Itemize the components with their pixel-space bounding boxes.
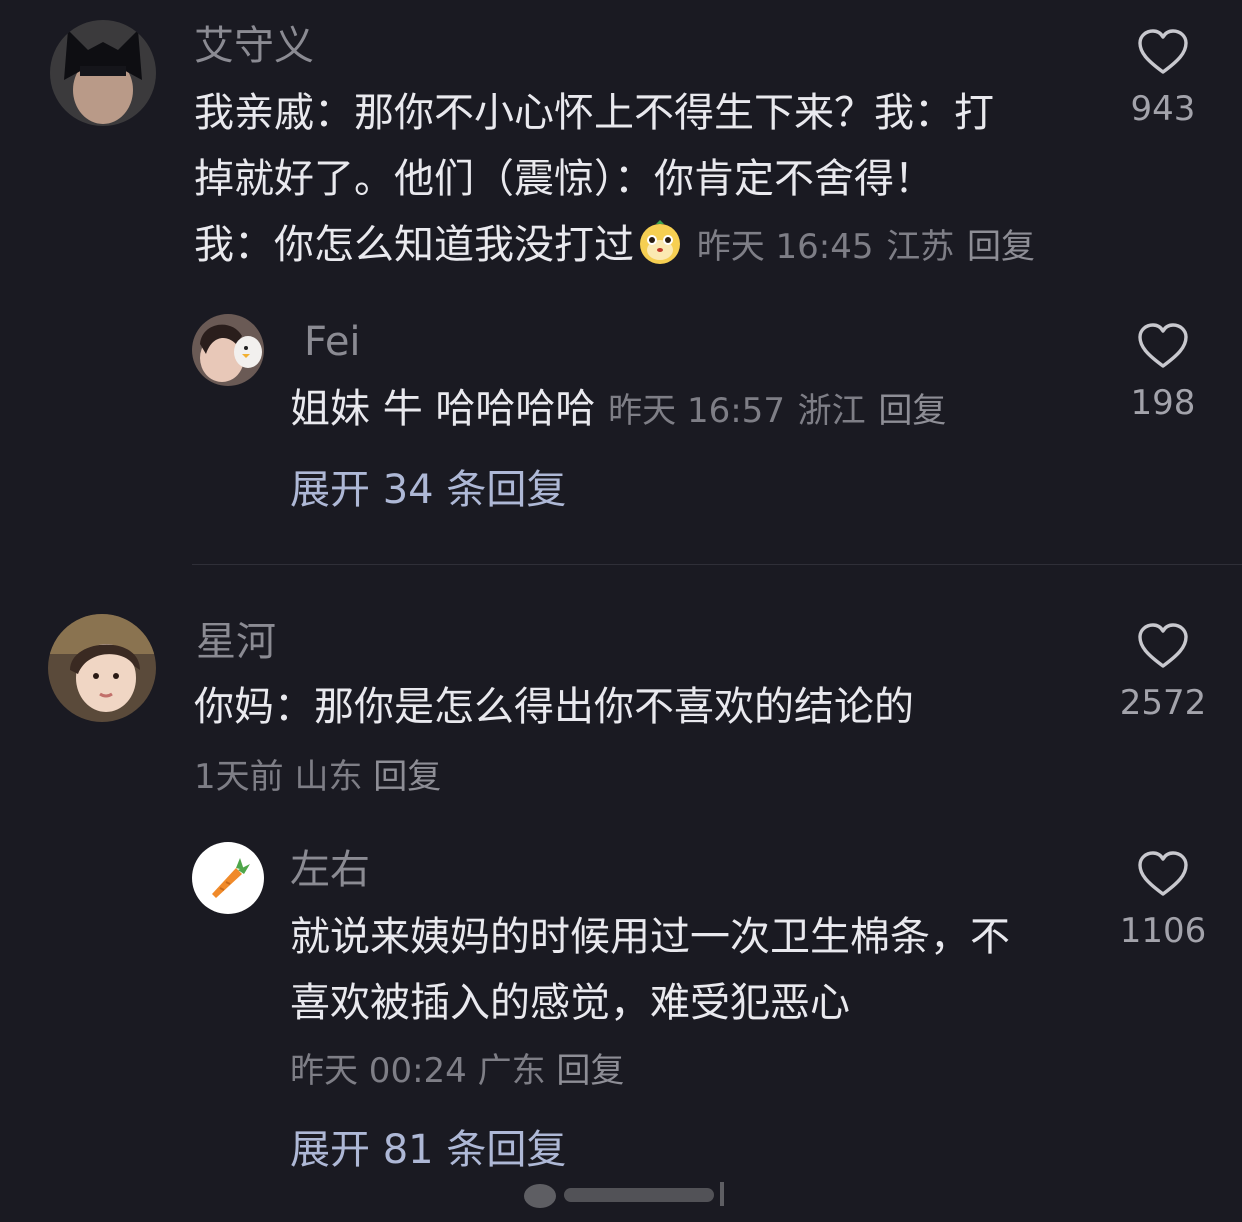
reply-text-content: 姐妹 牛 哈哈哈哈 [290,386,596,432]
reply-username[interactable]: Fei [304,322,361,362]
comment-time: 1天前 [194,757,284,797]
comment-meta: 1天前 山东 回复 [194,760,441,794]
like-button[interactable]: 943 [1103,28,1223,126]
avatar[interactable] [192,842,264,914]
comment-time: 昨天 16:45 [696,227,874,267]
reply-username[interactable]: 左右 [290,850,370,890]
comment-text: 你妈：那你是怎么得出你不喜欢的结论的 [194,684,914,730]
reply-text-line: 喜欢被插入的感觉，难受犯恶心 [290,980,850,1026]
comment-text-line: 我亲戚：那你不小心怀上不得生下来？我：打 [194,90,994,136]
comment-divider [192,564,1242,565]
reply-text: 姐妹 牛 哈哈哈哈 昨天 16:57 浙江 回复 [290,376,946,444]
reply-text: 就说来姨妈的时候用过一次卫生棉条，不 喜欢被插入的感觉，难受犯恶心 [290,904,1010,1036]
like-count: 198 [1130,383,1196,423]
avatar[interactable] [192,314,264,386]
comment-location: 山东 [294,757,363,797]
reply-time: 昨天 16:57 [608,391,785,431]
reply-meta: 昨天 00:24 广东 回复 [290,1054,624,1088]
heart-outline-icon [1138,851,1188,896]
reply-location: 广东 [477,1051,546,1091]
like-button[interactable]: 2572 [1103,622,1223,720]
avatar[interactable] [48,614,156,722]
reply-text-line: 就说来姨妈的时候用过一次卫生棉条，不 [290,914,1010,960]
like-count: 1106 [1119,911,1207,951]
reply-button[interactable]: 回复 [373,757,441,797]
heart-outline-icon [1138,323,1188,368]
heart-outline-icon [1138,29,1188,74]
dog-face-emoji-icon [636,218,684,286]
comment-text-line: 我：你怎么知道我没打过 昨天 16:45 江苏 回复 [194,212,1035,286]
avatar[interactable] [50,20,156,126]
reply-time: 昨天 00:24 [290,1051,467,1091]
heart-outline-icon [1138,623,1188,668]
reply-button[interactable]: 回复 [556,1051,624,1091]
reply-button[interactable]: 回复 [878,391,946,431]
comment-location: 江苏 [886,227,955,267]
comment-text-fragment: 我：你怎么知道我没打过 [194,222,634,268]
like-count: 943 [1130,89,1196,129]
reply-location: 浙江 [797,391,866,431]
like-button[interactable]: 1106 [1103,850,1223,948]
comment-username[interactable]: 艾守义 [194,26,314,66]
watermark-logo [524,1182,724,1208]
like-count: 2572 [1119,683,1207,723]
like-button[interactable]: 198 [1103,322,1223,420]
comment-text: 我亲戚：那你不小心怀上不得生下来？我：打 掉就好了。他们（震惊）：你肯定不舍得！… [194,80,1035,286]
expand-replies-button[interactable]: 展开 81 条回复 [290,1130,566,1170]
reply-button[interactable]: 回复 [967,227,1035,267]
comment-text-line: 掉就好了。他们（震惊）：你肯定不舍得！ [194,156,934,202]
comment-username[interactable]: 星河 [196,622,276,662]
expand-replies-button[interactable]: 展开 34 条回复 [290,470,566,510]
